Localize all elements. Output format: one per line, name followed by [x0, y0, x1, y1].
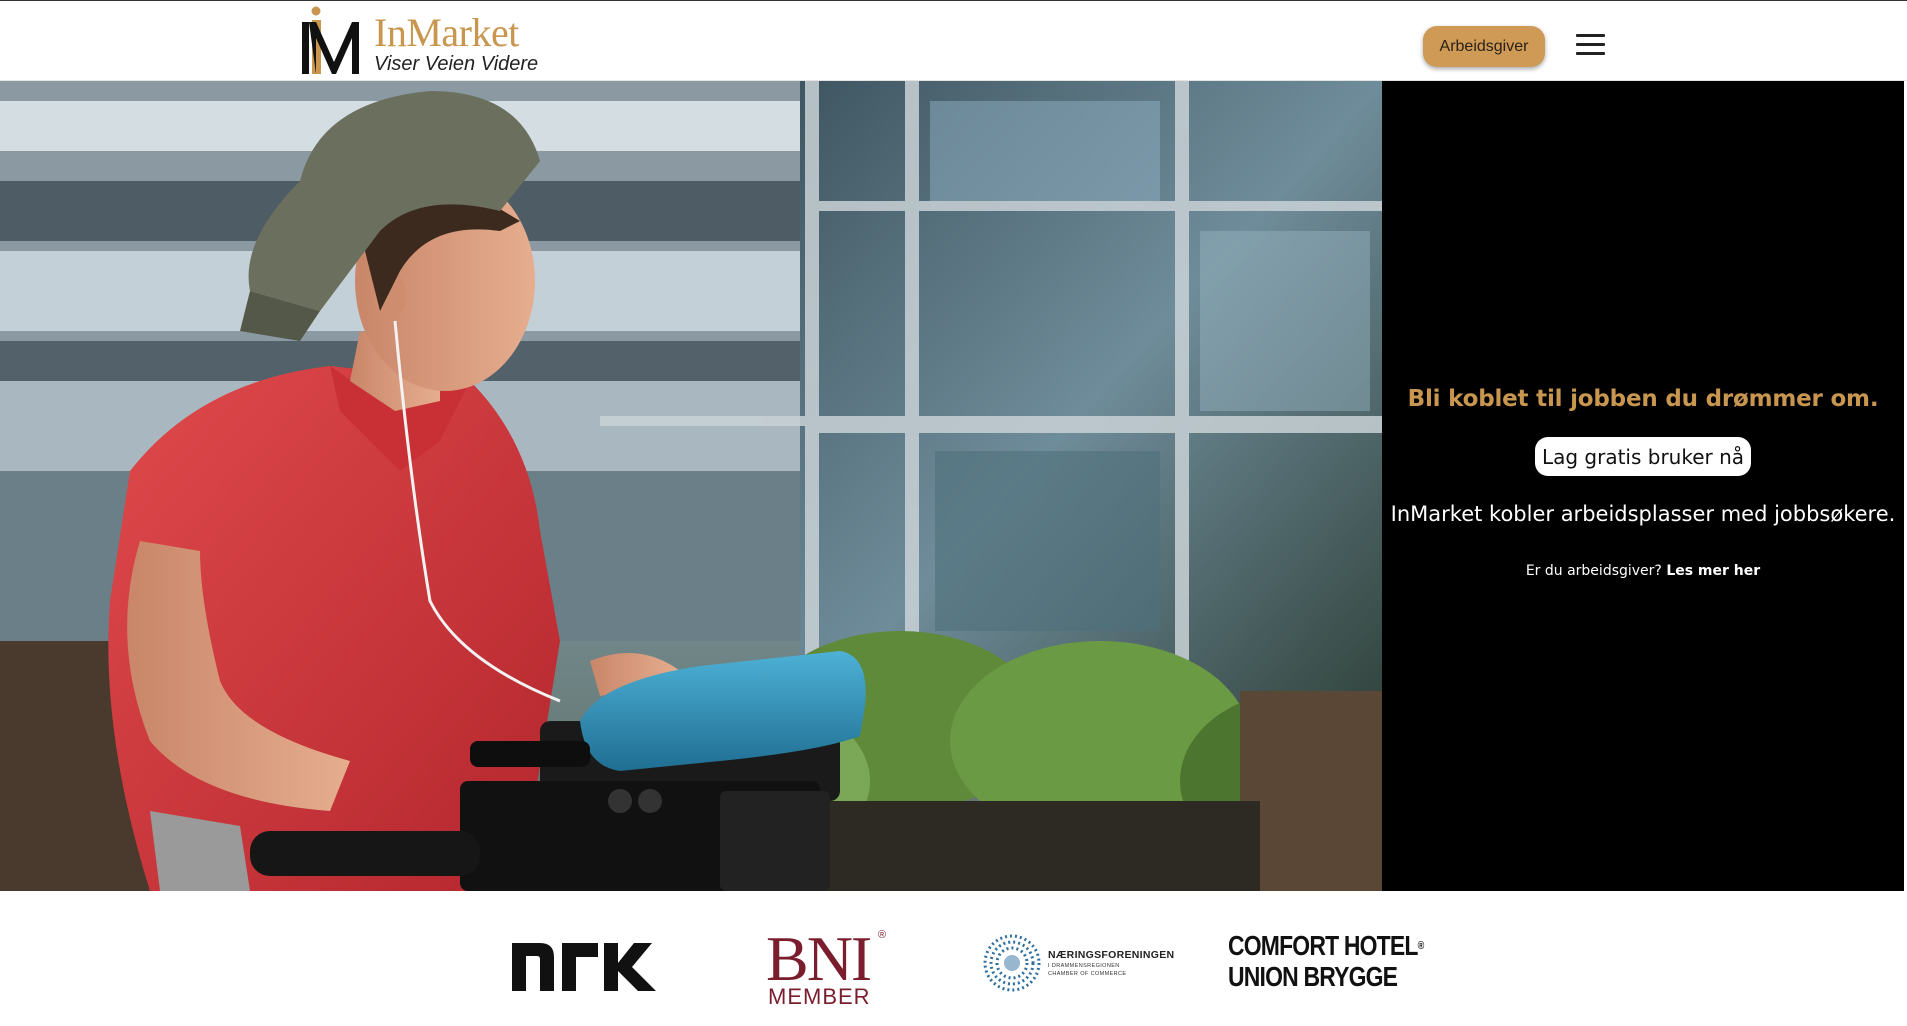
bni-wordmark: BNI: [766, 923, 872, 994]
panel-description: InMarket kobler arbeidsplasser med jobbs…: [1390, 502, 1896, 526]
partner-logos: BNI ® MEMBER NÆRINGSFORENINGEN I DRAMMEN…: [0, 891, 1907, 1026]
hero-photo: [0, 81, 1382, 891]
inmarket-logo[interactable]: InMarket Viser Veien Videre: [296, 4, 539, 78]
site-header: InMarket Viser Veien Videre Arbeidsgiver: [0, 0, 1907, 81]
hero-photo-illustration: [0, 81, 1382, 891]
employer-button[interactable]: Arbeidsgiver: [1423, 26, 1545, 67]
read-more-link[interactable]: Les mer her: [1666, 563, 1760, 579]
naeringsforeningen-chamber: CHAMBER OF COMMERCE: [1048, 971, 1127, 977]
comfort-hotel-registered-mark: ®: [1417, 940, 1425, 952]
naeringsforeningen-region: I DRAMMENSREGIONEN: [1048, 963, 1120, 969]
create-free-account-button[interactable]: Lag gratis bruker nå: [1535, 437, 1751, 476]
logo-tagline: Viser Veien Videre: [374, 53, 539, 75]
naeringsforeningen-dots-icon: [983, 934, 1041, 992]
naeringsforeningen-name: NÆRINGSFORENINGEN: [1048, 949, 1175, 961]
comfort-hotel-line1: COMFORT HOTEL®: [1228, 931, 1424, 961]
comfort-hotel-line2: UNION BRYGGE: [1228, 961, 1398, 992]
bni-registered-mark: ®: [878, 929, 887, 941]
bni-member-logo: BNI ® MEMBER: [766, 927, 896, 1011]
comfort-hotel-logo: COMFORT HOTEL® UNION BRYGGE: [1228, 929, 1424, 999]
comfort-hotel-name: COMFORT HOTEL: [1228, 930, 1418, 961]
signup-panel: Bli koblet til jobben du drømmer om. Lag…: [1382, 81, 1904, 891]
logo-name: InMarket: [374, 10, 519, 55]
inmarket-logo-mark: [302, 6, 359, 74]
hamburger-menu-icon[interactable]: [1574, 31, 1608, 59]
bni-member-label: MEMBER: [768, 984, 871, 1009]
nrk-logo: [510, 939, 660, 993]
panel-heading: Bli koblet til jobben du drømmer om.: [1407, 386, 1879, 412]
naeringsforeningen-logo: NÆRINGSFORENINGEN I DRAMMENSREGIONEN CHA…: [982, 931, 1175, 995]
nrk-logo-mark: [512, 943, 656, 991]
employer-prompt: Er du arbeidsgiver?: [1525, 563, 1662, 579]
employer-info: Er du arbeidsgiver? Les mer her: [1382, 563, 1904, 579]
